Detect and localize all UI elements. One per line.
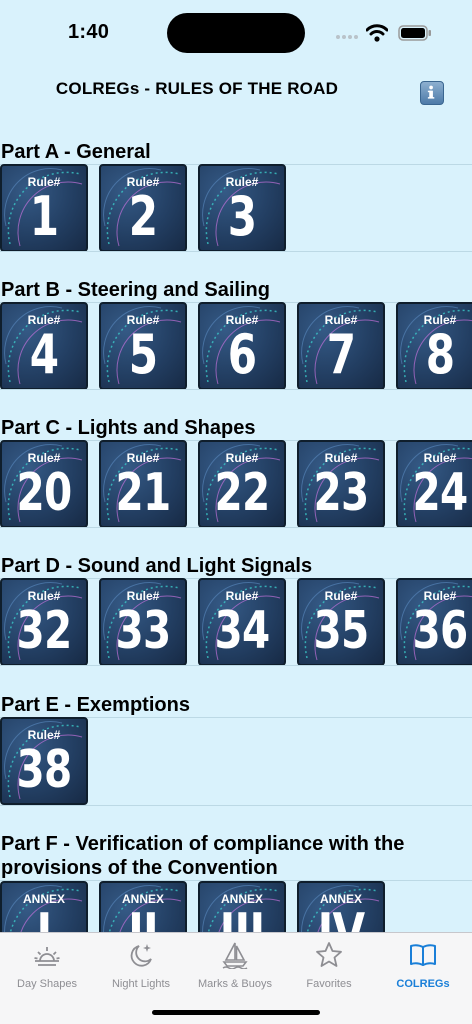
tile-number: 34 [214,601,271,661]
tile-number: 21 [115,463,172,523]
status-time: 1:40 [68,21,110,43]
tile-number: 36 [412,601,469,661]
rule-tile[interactable]: Rule# 20 [0,440,88,528]
tab-colregs[interactable]: COLREGs [376,939,470,995]
sun-horizon-icon [34,947,60,966]
section-part-d: Part D - Sound and Light Signals Rule# 3… [0,552,472,690]
tile-number: I [11,903,77,933]
rule-tile[interactable]: Rule# 38 [0,717,88,805]
tiles-row: Rule# 4 Rule# 5 Rule# 6 Rule# 7 Rule# 8 [0,302,472,390]
tile-number: 5 [128,323,158,386]
tiles-row: Rule# 20 Rule# 21 Rule# 22 Rule# 23 Rule… [0,440,472,528]
tile-number: IV [308,903,374,933]
tab-marks-buoys[interactable]: Marks & Buoys [188,939,282,995]
info-icon [427,85,435,99]
tile-number: 23 [313,463,370,523]
tile-number: 24 [412,463,469,523]
wifi-icon [366,24,388,42]
divider [0,665,472,666]
tile-number: II [110,903,176,933]
rule-tile[interactable]: Rule# 4 [0,302,88,390]
info-button[interactable] [420,81,444,105]
rule-tile[interactable]: Rule# 23 [297,440,385,528]
annex-tile[interactable]: ANNEX III [198,881,286,932]
home-indicator [152,1010,320,1015]
tile-number: 32 [16,601,73,661]
section-title: Part B - Steering and Sailing [1,279,270,301]
rule-tile[interactable]: Rule# 24 [396,440,472,528]
section-title: Part D - Sound and Light Signals [1,555,313,577]
tab-day-shapes[interactable]: Day Shapes [0,939,94,995]
section-part-f: Part F - Verification of compliance with… [0,828,472,932]
cellular-signal-icon [336,34,360,40]
tab-label: Favorites [306,978,352,990]
rule-tile[interactable]: Rule# 34 [198,578,286,666]
page-title: COLREGs - RULES OF THE ROAD [55,79,339,98]
rules-list[interactable]: Part A - General Rule# 1 Rule# 2 Rule# 3 [0,138,472,932]
rule-tile[interactable]: Rule# 5 [99,302,187,390]
divider [0,527,472,528]
section-title: Part A - General [1,141,151,163]
rule-tile[interactable]: Rule# 7 [297,302,385,390]
tab-label: COLREGs [396,978,450,990]
tab-label: Marks & Buoys [198,978,272,990]
divider [0,251,472,252]
tiles-row: Rule# 32 Rule# 33 Rule# 34 Rule# 35 Rule… [0,578,472,666]
screen: 1:40 COLREGs - RULES OF THE ROAD Part A [0,0,472,1024]
rule-tile[interactable]: Rule# 32 [0,578,88,666]
rule-tile[interactable]: Rule# 35 [297,578,385,666]
tab-night-lights[interactable]: Night Lights [94,939,188,995]
tiles-row: ANNEX I ANNEX II ANNEX III ANNEX IV [0,881,472,932]
dynamic-island [167,13,305,53]
annex-tile[interactable]: ANNEX IV [297,881,385,932]
tile-number: 22 [214,463,271,523]
rule-tile[interactable]: Rule# 22 [198,440,286,528]
rule-tile[interactable]: Rule# 36 [396,578,472,666]
tile-number: 6 [227,323,257,386]
tab-label: Day Shapes [17,978,77,990]
section-title: Part E - Exemptions [1,694,190,716]
tile-number: 35 [313,601,370,661]
status-bar: 1:40 [0,0,472,64]
tiles-row: Rule# 38 [0,717,472,805]
section-part-e: Part E - Exemptions Rule# 38 [0,690,472,828]
tile-number: 33 [115,601,172,661]
tile-number: 1 [29,185,59,248]
rule-tile[interactable]: Rule# 1 [0,164,88,252]
rule-tile[interactable]: Rule# 33 [99,578,187,666]
tile-number: 38 [16,740,73,800]
moon-stars-icon [130,944,152,967]
tile-number: 3 [227,185,257,248]
annex-tile[interactable]: ANNEX II [99,881,187,932]
section-title: Part C - Lights and Shapes [1,417,256,439]
annex-tile[interactable]: ANNEX I [0,881,88,932]
tile-number: 4 [29,323,59,386]
tile-number: 8 [425,323,455,386]
rule-tile[interactable]: Rule# 6 [198,302,286,390]
rule-tile[interactable]: Rule# 3 [198,164,286,252]
tile-number: 20 [16,463,73,523]
divider [0,805,472,806]
sailboat-icon [222,942,248,969]
section-part-c: Part C - Lights and Shapes Rule# 20 Rule… [0,414,472,552]
section-part-a: Part A - General Rule# 1 Rule# 2 Rule# 3 [0,138,472,276]
rule-tile[interactable]: Rule# 21 [99,440,187,528]
tab-label: Night Lights [111,978,171,990]
tile-number: 2 [128,185,158,248]
battery-icon [398,25,431,41]
tiles-row: Rule# 1 Rule# 2 Rule# 3 [0,164,472,252]
tab-favorites[interactable]: Favorites [282,939,376,995]
star-icon [316,942,342,967]
divider [0,389,472,390]
tile-number: III [209,903,275,933]
tile-number: 7 [326,323,356,386]
rule-tile[interactable]: Rule# 8 [396,302,472,390]
book-icon [410,944,436,966]
section-title: Part F - Verification of compliance with… [1,833,405,879]
section-part-b: Part B - Steering and Sailing Rule# 4 Ru… [0,276,472,414]
rule-tile[interactable]: Rule# 2 [99,164,187,252]
